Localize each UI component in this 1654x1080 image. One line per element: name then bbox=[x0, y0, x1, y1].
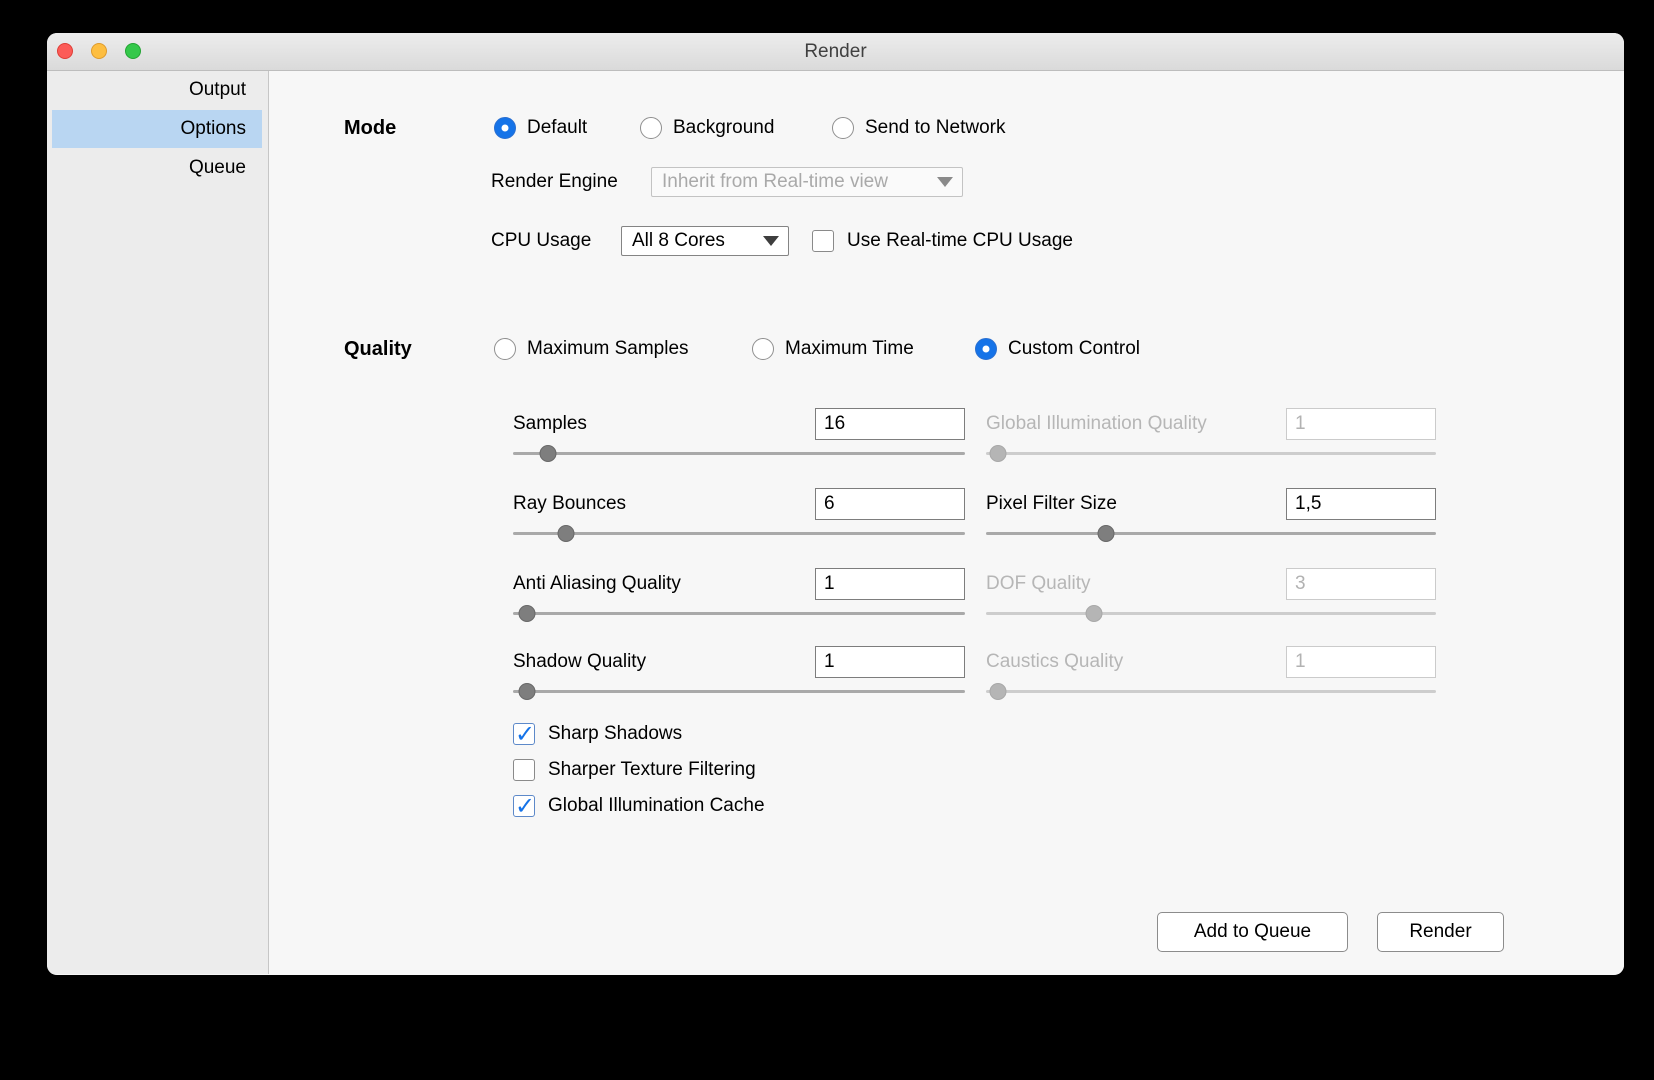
radio-icon bbox=[832, 117, 854, 139]
titlebar[interactable]: Render bbox=[47, 33, 1624, 71]
checkbox-label: Use Real-time CPU Usage bbox=[847, 230, 1073, 252]
render-engine-label: Render Engine bbox=[491, 169, 618, 195]
sidebar-item-output[interactable]: Output bbox=[52, 71, 262, 109]
sidebar-item-queue[interactable]: Queue bbox=[52, 149, 262, 187]
checkbox-label: Sharp Shadows bbox=[548, 723, 682, 745]
use-realtime-cpu-checkbox[interactable]: Use Real-time CPU Usage bbox=[812, 228, 1073, 254]
slider-thumb bbox=[1086, 605, 1103, 622]
mode-radio-background[interactable]: Background bbox=[640, 115, 774, 141]
radio-label: Send to Network bbox=[865, 117, 1005, 139]
add-to-queue-button[interactable]: Add to Queue bbox=[1157, 912, 1348, 952]
checkbox-icon bbox=[513, 795, 535, 817]
traffic-lights bbox=[57, 43, 141, 59]
anti-aliasing-quality-label: Anti Aliasing Quality bbox=[513, 573, 681, 595]
anti-aliasing-quality-slider-group: Anti Aliasing Quality bbox=[513, 568, 965, 622]
pixel-filter-size-input[interactable] bbox=[1286, 488, 1436, 520]
render-engine-value: Inherit from Real-time view bbox=[662, 171, 888, 193]
mode-section-label: Mode bbox=[344, 115, 396, 141]
options-panel: Mode Default Background Send to Network … bbox=[269, 71, 1624, 974]
quality-section-label: Quality bbox=[344, 336, 412, 362]
caustics-quality-label: Caustics Quality bbox=[986, 651, 1123, 673]
radio-icon bbox=[494, 338, 516, 360]
dof-quality-slider-group: DOF Quality bbox=[986, 568, 1436, 622]
samples-label: Samples bbox=[513, 413, 587, 435]
window-title: Render bbox=[47, 33, 1624, 71]
minimize-button[interactable] bbox=[91, 43, 107, 59]
radio-label: Default bbox=[527, 117, 587, 139]
global-illumination-quality-input bbox=[1286, 408, 1436, 440]
global-illumination-quality-slider bbox=[986, 444, 1436, 462]
zoom-button[interactable] bbox=[125, 43, 141, 59]
slider-thumb[interactable] bbox=[519, 683, 536, 700]
global-illumination-cache-checkbox[interactable]: Global Illumination Cache bbox=[513, 793, 765, 819]
render-window: Render Output Options Queue Mode Default… bbox=[47, 33, 1624, 975]
radio-label: Background bbox=[673, 117, 774, 139]
mode-radio-default[interactable]: Default bbox=[494, 115, 587, 141]
slider-thumb[interactable] bbox=[539, 445, 556, 462]
checkbox-icon bbox=[513, 723, 535, 745]
caustics-quality-input bbox=[1286, 646, 1436, 678]
samples-slider-group: Samples bbox=[513, 408, 965, 462]
shadow-quality-input[interactable] bbox=[815, 646, 965, 678]
cpu-usage-value: All 8 Cores bbox=[632, 230, 725, 252]
radio-icon bbox=[640, 117, 662, 139]
slider-thumb bbox=[990, 683, 1007, 700]
dof-quality-slider bbox=[986, 604, 1436, 622]
quality-radio-custom-control[interactable]: Custom Control bbox=[975, 336, 1140, 362]
checkbox-label: Sharper Texture Filtering bbox=[548, 759, 756, 781]
slider-thumb bbox=[990, 445, 1007, 462]
dof-quality-input bbox=[1286, 568, 1436, 600]
ray-bounces-label: Ray Bounces bbox=[513, 493, 626, 515]
radio-label: Maximum Time bbox=[785, 338, 914, 360]
slider-thumb[interactable] bbox=[1098, 525, 1115, 542]
shadow-quality-label: Shadow Quality bbox=[513, 651, 646, 673]
cpu-usage-label: CPU Usage bbox=[491, 228, 591, 254]
checkbox-icon bbox=[513, 759, 535, 781]
sidebar: Output Options Queue bbox=[47, 71, 269, 974]
slider-thumb[interactable] bbox=[557, 525, 574, 542]
sharper-texture-filtering-checkbox[interactable]: Sharper Texture Filtering bbox=[513, 757, 756, 783]
sidebar-item-options[interactable]: Options bbox=[52, 110, 262, 148]
cpu-usage-dropdown[interactable]: All 8 Cores bbox=[621, 226, 789, 256]
quality-radio-maximum-time[interactable]: Maximum Time bbox=[752, 336, 914, 362]
render-button[interactable]: Render bbox=[1377, 912, 1504, 952]
radio-icon bbox=[752, 338, 774, 360]
radio-label: Custom Control bbox=[1008, 338, 1140, 360]
caustics-quality-slider bbox=[986, 682, 1436, 700]
global-illumination-quality-label: Global Illumination Quality bbox=[986, 413, 1207, 435]
slider-thumb[interactable] bbox=[519, 605, 536, 622]
dof-quality-label: DOF Quality bbox=[986, 573, 1091, 595]
radio-icon bbox=[975, 338, 997, 360]
chevron-down-icon bbox=[763, 236, 779, 246]
ray-bounces-slider[interactable] bbox=[513, 524, 965, 542]
pixel-filter-size-slider-group: Pixel Filter Size bbox=[986, 488, 1436, 542]
pixel-filter-size-slider[interactable] bbox=[986, 524, 1436, 542]
anti-aliasing-quality-input[interactable] bbox=[815, 568, 965, 600]
samples-slider[interactable] bbox=[513, 444, 965, 462]
sharp-shadows-checkbox[interactable]: Sharp Shadows bbox=[513, 721, 682, 747]
ray-bounces-input[interactable] bbox=[815, 488, 965, 520]
close-button[interactable] bbox=[57, 43, 73, 59]
radio-icon bbox=[494, 117, 516, 139]
shadow-quality-slider[interactable] bbox=[513, 682, 965, 700]
checkbox-label: Global Illumination Cache bbox=[548, 795, 765, 817]
render-engine-dropdown: Inherit from Real-time view bbox=[651, 167, 963, 197]
pixel-filter-size-label: Pixel Filter Size bbox=[986, 493, 1117, 515]
checkbox-icon bbox=[812, 230, 834, 252]
chevron-down-icon bbox=[937, 177, 953, 187]
global-illumination-quality-slider-group: Global Illumination Quality bbox=[986, 408, 1436, 462]
anti-aliasing-quality-slider[interactable] bbox=[513, 604, 965, 622]
radio-label: Maximum Samples bbox=[527, 338, 689, 360]
shadow-quality-slider-group: Shadow Quality bbox=[513, 646, 965, 700]
caustics-quality-slider-group: Caustics Quality bbox=[986, 646, 1436, 700]
mode-radio-send-to-network[interactable]: Send to Network bbox=[832, 115, 1005, 141]
quality-radio-maximum-samples[interactable]: Maximum Samples bbox=[494, 336, 689, 362]
samples-input[interactable] bbox=[815, 408, 965, 440]
ray-bounces-slider-group: Ray Bounces bbox=[513, 488, 965, 542]
